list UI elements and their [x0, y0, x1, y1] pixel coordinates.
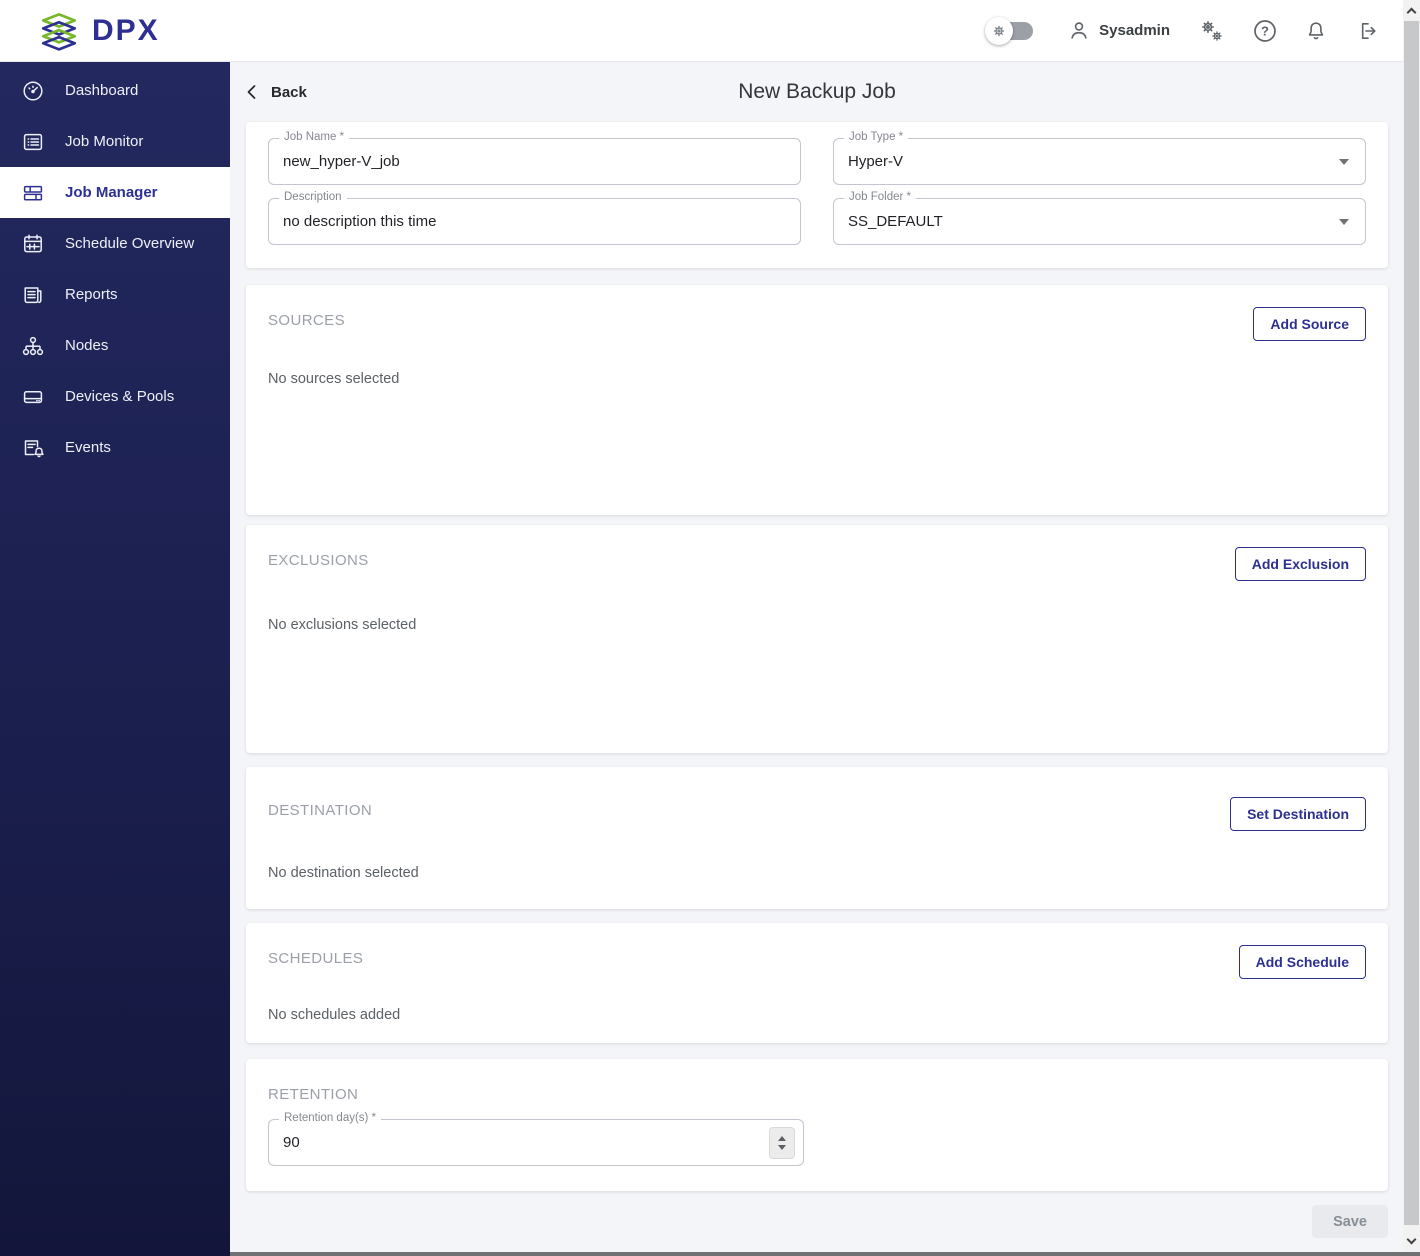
brand-logo: DPX [38, 11, 160, 51]
sidebar-item-label: Job Manager [65, 184, 158, 201]
retention-title: RETENTION [268, 1086, 359, 1103]
add-exclusion-button[interactable]: Add Exclusion [1234, 547, 1366, 581]
svg-text:?: ? [1261, 23, 1269, 38]
description-input[interactable] [283, 213, 786, 230]
list-bell-icon [24, 439, 44, 457]
dark-mode-toggle[interactable] [985, 16, 1034, 45]
sidebar-item-nodes[interactable]: Nodes [0, 320, 230, 371]
user-icon [1071, 21, 1087, 39]
back-label: Back [271, 83, 307, 101]
destination-card: DESTINATION Set Destination No destinati… [246, 767, 1388, 909]
description-label: Description [279, 191, 347, 203]
sources-empty-text: No sources selected [268, 371, 400, 387]
job-type-value: Hyper-V [848, 153, 904, 170]
job-details-card: Job Name * Job Type * Hyper-V Descriptio… [246, 122, 1388, 268]
main-content: Back New Backup Job Job Name * Job Type … [230, 62, 1403, 1252]
stepper-up-icon[interactable] [778, 1135, 786, 1141]
app-window: DPX Sysadmin ? Dashboard Job Monitor Job… [0, 0, 1420, 1256]
job-name-field[interactable]: Job Name * [268, 131, 801, 185]
sidebar-item-label: Nodes [65, 337, 109, 354]
dashboard-gauge-icon [23, 80, 43, 101]
drive-icon [23, 390, 43, 403]
logout-icon [1361, 22, 1376, 39]
destination-empty-text: No destination selected [268, 865, 419, 881]
scroll-down-arrow[interactable] [1403, 1232, 1420, 1250]
sidebar-item-devices-pools[interactable]: Devices & Pools [0, 371, 230, 422]
help-button[interactable]: ? [1252, 18, 1278, 44]
job-name-input[interactable] [283, 153, 786, 170]
back-button[interactable]: Back [246, 84, 307, 101]
toggle-knob[interactable] [985, 16, 1014, 45]
sidebar-item-label: Job Monitor [65, 133, 144, 150]
retention-days-label: Retention day(s) * [279, 1112, 382, 1124]
job-type-label: Job Type * [844, 131, 909, 143]
page-title: New Backup Job [738, 80, 896, 103]
exclusions-card: EXCLUSIONS Add Exclusion No exclusions s… [246, 525, 1388, 753]
description-field[interactable]: Description [268, 191, 801, 245]
notifications-bell-icon [1308, 21, 1324, 39]
sidebar: Dashboard Job Monitor Job Manager Schedu… [0, 62, 230, 1256]
settings-button[interactable] [1196, 16, 1226, 46]
help-icon: ? [1254, 19, 1276, 42]
topbar: DPX Sysadmin ? [0, 0, 1403, 62]
notifications-button[interactable] [1304, 19, 1328, 43]
sidebar-item-job-manager[interactable]: Job Manager [0, 167, 230, 218]
schedules-card: SCHEDULES Add Schedule No schedules adde… [246, 923, 1388, 1043]
scroll-up-arrow[interactable] [1403, 2, 1420, 20]
window-bottom-edge [230, 1252, 1420, 1256]
save-button[interactable]: Save [1312, 1205, 1388, 1238]
sidebar-item-label: Events [65, 439, 111, 456]
sidebar-item-schedule-overview[interactable]: Schedule Overview [0, 218, 230, 269]
job-monitor-list-icon [23, 133, 43, 150]
retention-card: RETENTION Retention day(s) * [246, 1059, 1388, 1191]
retention-days-field[interactable]: Retention day(s) * [268, 1112, 804, 1166]
exclusions-empty-text: No exclusions selected [268, 617, 417, 633]
brand-name: DPX [92, 13, 160, 47]
gear-icon [993, 25, 1005, 36]
vertical-scrollbar[interactable] [1403, 0, 1420, 1252]
add-schedule-button[interactable]: Add Schedule [1238, 945, 1366, 979]
footer-actions: Save [246, 1205, 1388, 1238]
job-manager-rows-icon [23, 185, 43, 201]
add-source-button[interactable]: Add Source [1253, 307, 1366, 341]
page-header: Back New Backup Job [246, 62, 1388, 122]
stepper-down-icon[interactable] [778, 1144, 786, 1150]
user-menu[interactable]: Sysadmin [1067, 19, 1170, 43]
sources-card: SOURCES Add Source No sources selected [246, 285, 1388, 515]
scrollbar-thumb[interactable] [1404, 21, 1419, 1225]
sidebar-item-label: Dashboard [65, 82, 139, 99]
schedules-title: SCHEDULES [268, 950, 364, 967]
chevron-down-icon [1339, 218, 1349, 225]
job-folder-select[interactable]: Job Folder * SS_DEFAULT [833, 191, 1366, 245]
set-destination-button[interactable]: Set Destination [1230, 797, 1366, 831]
sidebar-item-dashboard[interactable]: Dashboard [0, 65, 230, 116]
chevron-down-icon [1339, 158, 1349, 165]
job-type-select[interactable]: Job Type * Hyper-V [833, 131, 1366, 185]
username-label: Sysadmin [1099, 22, 1170, 39]
dpx-layers-logo-icon [41, 12, 77, 51]
chevron-left-icon [247, 85, 256, 99]
sidebar-item-reports[interactable]: Reports [0, 269, 230, 320]
sidebar-item-label: Schedule Overview [65, 235, 195, 252]
calendar-icon [24, 233, 42, 252]
newspaper-icon [24, 286, 42, 303]
exclusions-title: EXCLUSIONS [268, 552, 369, 569]
topbar-actions: Sysadmin ? [985, 16, 1379, 46]
job-folder-label: Job Folder * [844, 191, 917, 203]
sources-title: SOURCES [268, 312, 345, 329]
sidebar-item-label: Reports [65, 286, 118, 303]
settings-gears-icon [1201, 20, 1222, 41]
job-folder-value: SS_DEFAULT [848, 213, 943, 230]
number-stepper[interactable] [769, 1126, 795, 1159]
destination-title: DESTINATION [268, 802, 373, 819]
sitemap-icon [22, 336, 44, 355]
sidebar-item-label: Devices & Pools [65, 388, 175, 405]
logout-button[interactable] [1354, 19, 1379, 43]
sidebar-item-events[interactable]: Events [0, 422, 230, 473]
schedules-empty-text: No schedules added [268, 1007, 401, 1023]
retention-days-input[interactable] [283, 1134, 789, 1151]
sidebar-item-job-monitor[interactable]: Job Monitor [0, 116, 230, 167]
job-name-label: Job Name * [279, 131, 350, 143]
